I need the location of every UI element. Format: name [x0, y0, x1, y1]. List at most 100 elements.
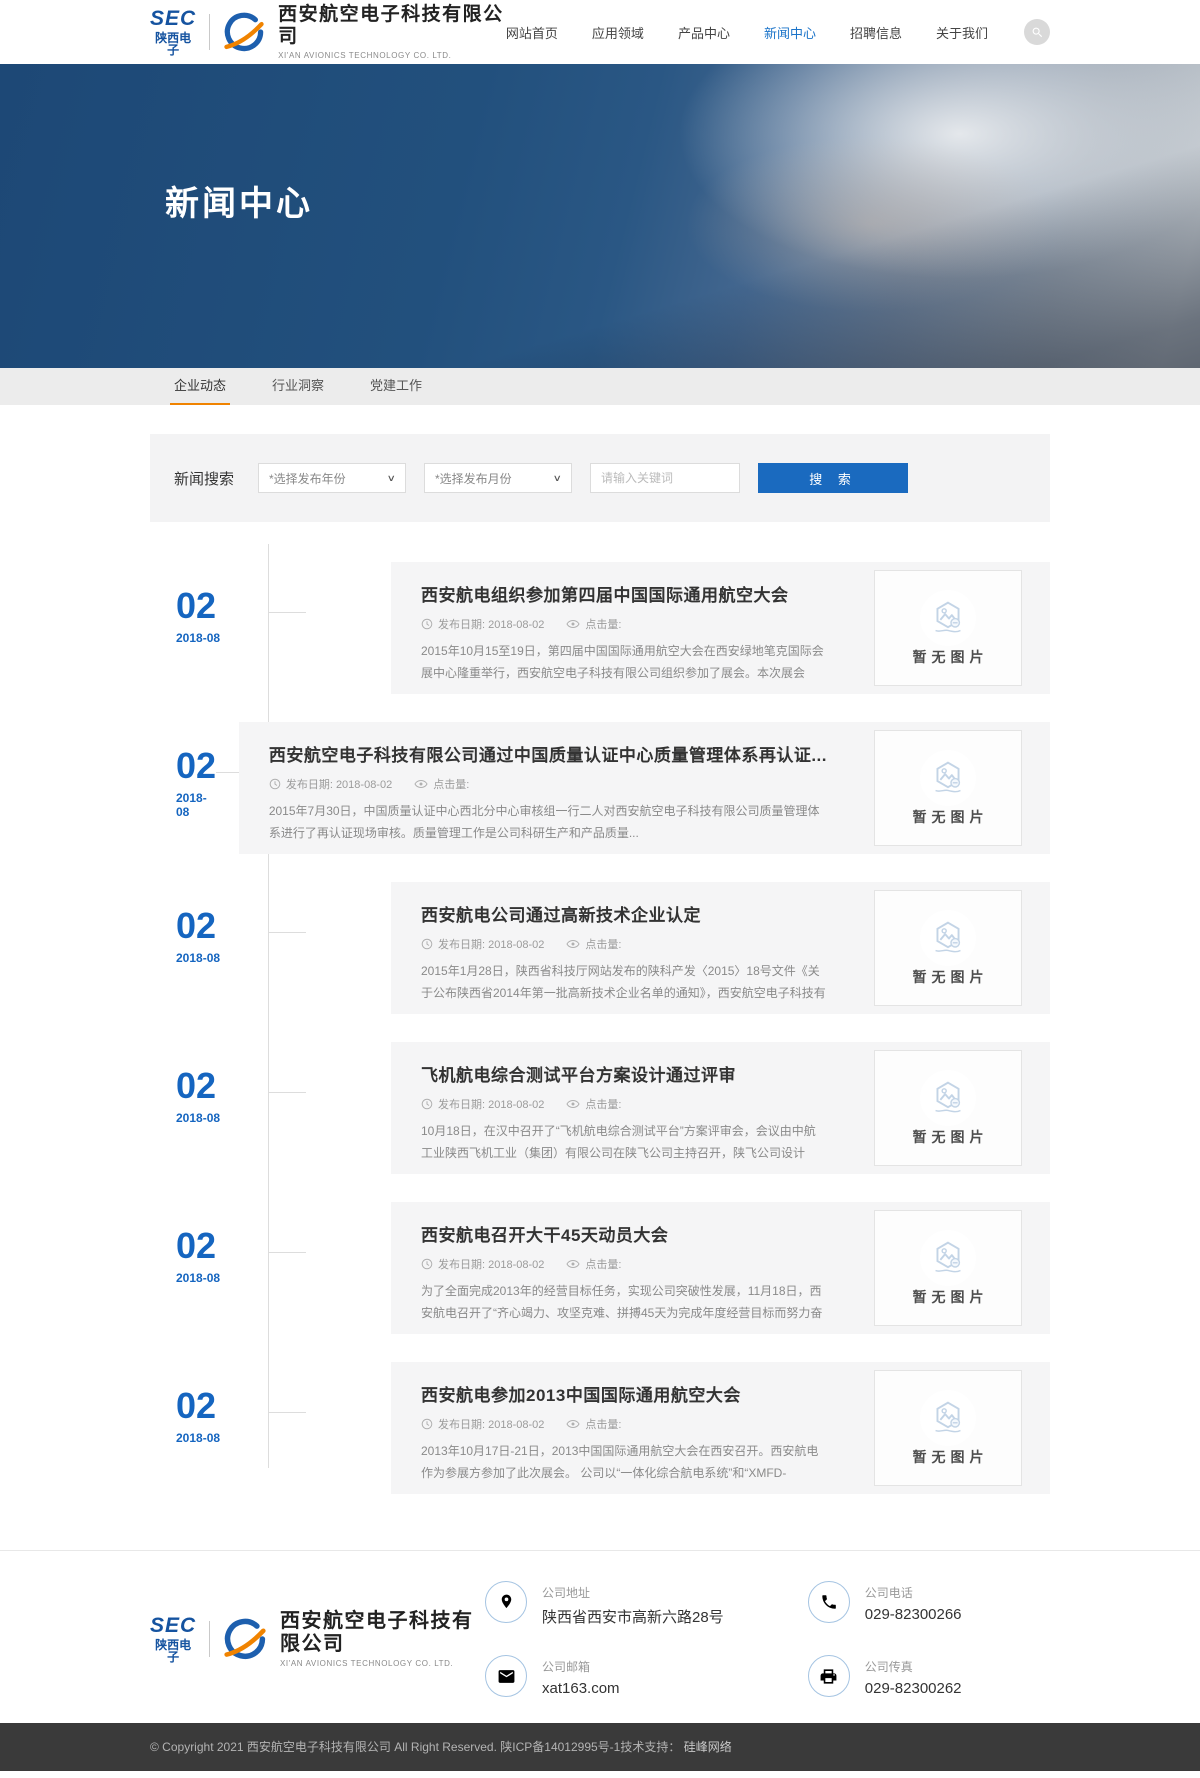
search-label: 新闻搜索 — [174, 468, 234, 489]
no-image-placeholder: 暂无图片 — [874, 1210, 1022, 1326]
tab-industry-insight[interactable]: 行业洞察 — [268, 368, 328, 405]
image-placeholder-icon — [920, 1390, 976, 1446]
news-card[interactable]: 飞机航电综合测试平台方案设计通过评审 发布日期: 2018-08-02 点击量:… — [391, 1042, 1050, 1174]
news-date: 02 2018-08 — [150, 722, 216, 854]
tab-company-news[interactable]: 企业动态 — [170, 368, 230, 405]
fax-icon — [808, 1655, 850, 1697]
image-placeholder-icon — [920, 590, 976, 646]
news-excerpt: 2015年10月15至19日，第四届中国国际通用航空大会在西安绿地笔克国际会展中… — [421, 640, 827, 685]
company-logo[interactable]: SEC 陕西电子 西安航空电子科技有限公司 XI'AN AVIONICS TEC… — [150, 4, 506, 60]
news-card[interactable]: 西安航电公司通过高新技术企业认定 发布日期: 2018-08-02 点击量: 2… — [391, 882, 1050, 1014]
search-submit-button[interactable]: 搜 索 — [758, 463, 908, 493]
nav-item-products[interactable]: 产品中心 — [678, 23, 730, 42]
phone-icon — [808, 1581, 850, 1623]
views-icon — [566, 1099, 580, 1109]
tech-support-link[interactable]: 硅峰网络 — [684, 1740, 732, 1754]
views-icon — [414, 779, 428, 789]
clock-icon — [421, 938, 433, 950]
news-meta: 发布日期: 2018-08-02 点击量: — [421, 1416, 827, 1432]
page-title: 新闻中心 — [165, 176, 313, 225]
news-date: 02 2018-08 — [150, 882, 268, 1014]
clock-icon — [421, 1258, 433, 1270]
news-item: 02 2018-08 西安航电召开大干45天动员大会 发布日期: 2018-08… — [150, 1202, 1050, 1334]
news-meta: 发布日期: 2018-08-02 点击量: — [421, 936, 827, 952]
company-name: 西安航空电子科技有限公司 XI'AN AVIONICS TECHNOLOGY C… — [278, 4, 506, 60]
contact-email: 公司邮箱 xat163.com — [485, 1655, 788, 1697]
contact-grid: 公司地址 陕西省西安市高新六路28号 公司电话 029-82300266 公 — [485, 1581, 1050, 1697]
hero-banner: 新闻中心 — [0, 64, 1200, 368]
tab-party-building[interactable]: 党建工作 — [366, 368, 426, 405]
no-image-placeholder: 暂无图片 — [874, 570, 1022, 686]
search-button[interactable] — [1024, 19, 1050, 45]
news-title[interactable]: 飞机航电综合测试平台方案设计通过评审 — [421, 1061, 827, 1086]
footer-logo: SEC 陕西电子 西安航空电子科技有限公司 XI'AN AVIONICS TEC… — [150, 1610, 485, 1668]
news-date: 02 2018-08 — [150, 1042, 268, 1174]
site-header: SEC 陕西电子 西安航空电子科技有限公司 XI'AN AVIONICS TEC… — [0, 0, 1200, 64]
nav-item-home[interactable]: 网站首页 — [506, 23, 558, 42]
news-item: 02 2018-08 西安航电组织参加第四届中国国际通用航空大会 发布日期: 2… — [150, 562, 1050, 694]
views-icon — [566, 1259, 580, 1269]
news-item: 02 2018-08 西安航空电子科技有限公司通过中国质量认证中心质量管理体系再… — [150, 722, 1050, 854]
news-meta: 发布日期: 2018-08-02 点击量: — [269, 776, 827, 792]
news-title[interactable]: 西安航电公司通过高新技术企业认定 — [421, 901, 827, 926]
no-image-placeholder: 暂无图片 — [874, 730, 1022, 846]
contact-fax: 公司传真 029-82300262 — [808, 1655, 1050, 1697]
news-card[interactable]: 西安航电参加2013中国国际通用航空大会 发布日期: 2018-08-02 点击… — [391, 1362, 1050, 1494]
clock-icon — [421, 1418, 433, 1430]
news-excerpt: 为了全面完成2013年的经营目标任务，实现公司突破性发展，11月18日，西安航电… — [421, 1280, 827, 1325]
category-tab-bar: 企业动态 行业洞察 党建工作 — [0, 368, 1200, 405]
image-placeholder-icon — [920, 910, 976, 966]
news-excerpt: 2015年1月28日，陕西省科技厅网站发布的陕科产发〈2015〉18号文件《关于… — [421, 960, 827, 1005]
timeline-tick — [268, 932, 306, 933]
nav-item-recruitment[interactable]: 招聘信息 — [850, 23, 902, 42]
site-footer: SEC 陕西电子 西安航空电子科技有限公司 XI'AN AVIONICS TEC… — [0, 1550, 1200, 1723]
news-card[interactable]: 西安航空电子科技有限公司通过中国质量认证中心质量管理体系再认证... 发布日期:… — [239, 722, 1050, 854]
news-excerpt: 10月18日，在汉中召开了“飞机航电综合测试平台”方案评审会，会议由中航工业陕西… — [421, 1120, 827, 1165]
chevron-down-icon: ∨ — [553, 473, 562, 484]
news-title[interactable]: 西安航电组织参加第四届中国国际通用航空大会 — [421, 581, 827, 606]
chevron-down-icon: ∨ — [387, 473, 396, 484]
clock-icon — [269, 778, 281, 790]
news-card[interactable]: 西安航电召开大干45天动员大会 发布日期: 2018-08-02 点击量: 为了… — [391, 1202, 1050, 1334]
timeline-tick — [268, 1092, 306, 1093]
views-icon — [566, 619, 580, 629]
news-search-section: 新闻搜索 *选择发布年份 ∨ *选择发布月份 ∨ 搜 索 — [150, 434, 1050, 522]
swoosh-icon — [223, 11, 265, 53]
company-name: 西安航空电子科技有限公司 XI'AN AVIONICS TECHNOLOGY C… — [280, 1610, 485, 1668]
news-card[interactable]: 西安航电组织参加第四届中国国际通用航空大会 发布日期: 2018-08-02 点… — [391, 562, 1050, 694]
month-select[interactable]: *选择发布月份 ∨ — [424, 463, 572, 493]
news-date: 02 2018-08 — [150, 1202, 268, 1334]
timeline-tick — [268, 1412, 306, 1413]
no-image-placeholder: 暂无图片 — [874, 1050, 1022, 1166]
year-select[interactable]: *选择发布年份 ∨ — [258, 463, 406, 493]
news-item: 02 2018-08 飞机航电综合测试平台方案设计通过评审 发布日期: 2018… — [150, 1042, 1050, 1174]
news-item: 02 2018-08 西安航电公司通过高新技术企业认定 发布日期: 2018-0… — [150, 882, 1050, 1014]
news-item: 02 2018-08 西安航电参加2013中国国际通用航空大会 发布日期: 20… — [150, 1362, 1050, 1494]
views-icon — [566, 1419, 580, 1429]
copyright-text: © Copyright 2021 西安航空电子科技有限公司 All Right … — [150, 1740, 684, 1754]
keyword-input[interactable] — [590, 463, 740, 493]
news-meta: 发布日期: 2018-08-02 点击量: — [421, 1096, 827, 1112]
news-title[interactable]: 西安航空电子科技有限公司通过中国质量认证中心质量管理体系再认证... — [269, 741, 827, 766]
news-title[interactable]: 西安航电参加2013中国国际通用航空大会 — [421, 1381, 827, 1406]
news-excerpt: 2013年10月17日-21日，2013中国国际通用航空大会在西安召开。西安航电… — [421, 1440, 827, 1485]
news-excerpt: 2015年7月30日，中国质量认证中心西北分中心审核组一行二人对西安航空电子科技… — [269, 800, 827, 845]
nav-item-applications[interactable]: 应用领域 — [592, 23, 644, 42]
nav-item-news[interactable]: 新闻中心 — [764, 23, 816, 42]
clock-icon — [421, 618, 433, 630]
logo-divider — [209, 1621, 210, 1657]
news-meta: 发布日期: 2018-08-02 点击量: — [421, 616, 827, 632]
news-date: 02 2018-08 — [150, 1362, 268, 1494]
nav-item-about[interactable]: 关于我们 — [936, 23, 988, 42]
news-title[interactable]: 西安航电召开大干45天动员大会 — [421, 1221, 827, 1246]
copyright-bar: © Copyright 2021 西安航空电子科技有限公司 All Right … — [0, 1723, 1200, 1771]
logo-divider — [209, 14, 210, 50]
sec-logo: SEC 陕西电子 — [150, 8, 196, 56]
timeline-tick — [268, 1252, 306, 1253]
image-placeholder-icon — [920, 1070, 976, 1126]
image-placeholder-icon — [920, 750, 976, 806]
swoosh-icon — [223, 1617, 267, 1661]
location-pin-icon — [485, 1581, 527, 1623]
search-icon — [1031, 26, 1044, 39]
views-icon — [566, 939, 580, 949]
